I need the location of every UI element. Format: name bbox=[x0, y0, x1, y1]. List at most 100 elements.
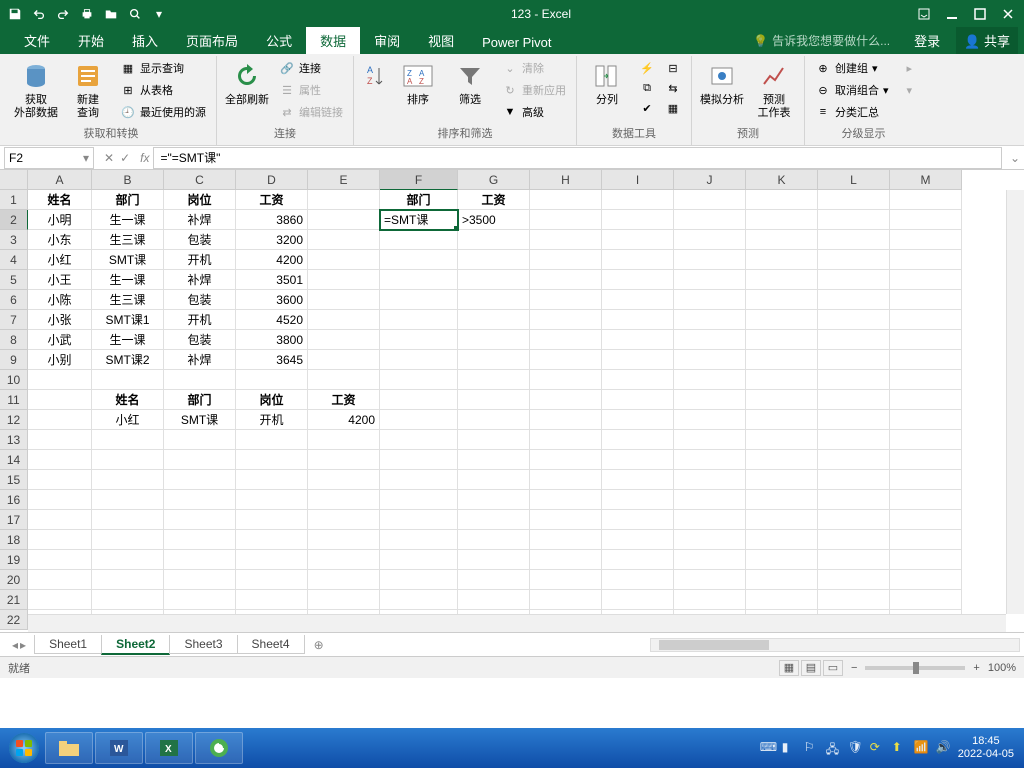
cell[interactable] bbox=[530, 250, 602, 270]
cell[interactable]: 4200 bbox=[236, 250, 308, 270]
cell[interactable] bbox=[890, 370, 962, 390]
cell[interactable] bbox=[308, 230, 380, 250]
sheet-grid[interactable]: ABCDEFGHIJKLM 12345678910111213141516171… bbox=[0, 170, 1024, 632]
ime-icon[interactable]: ⌨ bbox=[760, 740, 776, 756]
cell[interactable] bbox=[380, 550, 458, 570]
cell[interactable] bbox=[92, 430, 164, 450]
cell[interactable] bbox=[746, 330, 818, 350]
horizontal-scrollbar[interactable] bbox=[650, 638, 1020, 652]
cell[interactable] bbox=[164, 510, 236, 530]
cell[interactable] bbox=[380, 410, 458, 430]
start-button[interactable] bbox=[4, 728, 44, 768]
share-button[interactable]: 👤 共享 bbox=[956, 27, 1018, 54]
remove-dup-button[interactable]: ⧉ bbox=[635, 78, 659, 98]
cell[interactable] bbox=[818, 530, 890, 550]
cell[interactable] bbox=[164, 570, 236, 590]
cell[interactable] bbox=[308, 570, 380, 590]
data-validation-button[interactable]: ✔ bbox=[635, 98, 659, 118]
cell[interactable] bbox=[602, 330, 674, 350]
cell[interactable]: 生一课 bbox=[92, 210, 164, 230]
cell[interactable]: 部门 bbox=[164, 390, 236, 410]
cell[interactable]: 小王 bbox=[28, 270, 92, 290]
cell[interactable]: 小东 bbox=[28, 230, 92, 250]
cell[interactable] bbox=[602, 190, 674, 210]
network-icon[interactable]: 🖧 bbox=[826, 740, 842, 756]
cell[interactable] bbox=[92, 510, 164, 530]
cell[interactable] bbox=[530, 390, 602, 410]
cell[interactable] bbox=[458, 350, 530, 370]
cell[interactable] bbox=[746, 530, 818, 550]
cell[interactable] bbox=[92, 590, 164, 610]
fx-icon[interactable]: fx bbox=[140, 151, 149, 165]
row-header[interactable]: 6 bbox=[0, 290, 28, 310]
cell[interactable] bbox=[890, 270, 962, 290]
get-external-data-button[interactable]: 获取 外部数据 bbox=[12, 58, 60, 122]
cell[interactable] bbox=[890, 310, 962, 330]
cell[interactable] bbox=[890, 490, 962, 510]
cell[interactable]: 开机 bbox=[164, 310, 236, 330]
cell[interactable] bbox=[530, 370, 602, 390]
cell[interactable] bbox=[530, 550, 602, 570]
cell[interactable] bbox=[674, 590, 746, 610]
group-button[interactable]: ⊕创建组 ▾ bbox=[811, 58, 893, 78]
cell[interactable] bbox=[308, 550, 380, 570]
zoom-out-icon[interactable]: − bbox=[851, 662, 857, 674]
cell[interactable] bbox=[746, 590, 818, 610]
cell[interactable] bbox=[530, 270, 602, 290]
cell[interactable] bbox=[92, 370, 164, 390]
column-header[interactable]: F bbox=[380, 170, 458, 190]
cell[interactable]: 包装 bbox=[164, 230, 236, 250]
sheet-tab-2[interactable]: Sheet2 bbox=[101, 635, 170, 655]
cell[interactable] bbox=[602, 270, 674, 290]
fill-handle[interactable] bbox=[454, 226, 458, 230]
cell[interactable] bbox=[458, 250, 530, 270]
cell[interactable] bbox=[674, 370, 746, 390]
excel-taskbar-icon[interactable]: X bbox=[145, 732, 193, 764]
from-table-button[interactable]: ⊞从表格 bbox=[116, 80, 210, 100]
cell[interactable]: 生三课 bbox=[92, 290, 164, 310]
row-header[interactable]: 20 bbox=[0, 570, 28, 590]
subtotal-button[interactable]: ≡分类汇总 bbox=[811, 102, 893, 122]
row-header[interactable]: 18 bbox=[0, 530, 28, 550]
word-taskbar-icon[interactable]: W bbox=[95, 732, 143, 764]
scrollbar-thumb[interactable] bbox=[659, 640, 769, 650]
cell[interactable] bbox=[380, 430, 458, 450]
cell[interactable] bbox=[890, 330, 962, 350]
cell[interactable] bbox=[746, 570, 818, 590]
tab-pivot[interactable]: Power Pivot bbox=[468, 31, 565, 54]
cell[interactable] bbox=[236, 550, 308, 570]
cell[interactable] bbox=[164, 550, 236, 570]
cell[interactable]: 工资 bbox=[236, 190, 308, 210]
cell[interactable] bbox=[746, 550, 818, 570]
cell[interactable] bbox=[602, 470, 674, 490]
wifi-icon[interactable]: 📶 bbox=[914, 740, 930, 756]
cell[interactable]: 部门 bbox=[380, 190, 458, 210]
cell[interactable] bbox=[746, 310, 818, 330]
cell[interactable] bbox=[602, 510, 674, 530]
column-header[interactable]: E bbox=[308, 170, 380, 190]
cell[interactable] bbox=[818, 550, 890, 570]
row-header[interactable]: 15 bbox=[0, 470, 28, 490]
column-header[interactable]: D bbox=[236, 170, 308, 190]
row-header[interactable]: 11 bbox=[0, 390, 28, 410]
cell[interactable] bbox=[674, 330, 746, 350]
cell[interactable] bbox=[236, 370, 308, 390]
cell[interactable]: 生一课 bbox=[92, 330, 164, 350]
cell[interactable] bbox=[890, 410, 962, 430]
cell[interactable] bbox=[28, 490, 92, 510]
cell[interactable] bbox=[602, 590, 674, 610]
cell[interactable] bbox=[890, 510, 962, 530]
tab-layout[interactable]: 页面布局 bbox=[172, 27, 252, 54]
cell[interactable] bbox=[28, 430, 92, 450]
cell[interactable] bbox=[236, 470, 308, 490]
row-header[interactable]: 8 bbox=[0, 330, 28, 350]
cell[interactable] bbox=[818, 450, 890, 470]
cell[interactable] bbox=[746, 210, 818, 230]
cell[interactable] bbox=[380, 590, 458, 610]
chevron-down-icon[interactable]: ▾ bbox=[83, 151, 89, 165]
login-button[interactable]: 登录 bbox=[906, 27, 948, 54]
cell[interactable]: 部门 bbox=[92, 190, 164, 210]
cell[interactable] bbox=[674, 530, 746, 550]
vertical-scrollbar[interactable] bbox=[1006, 190, 1024, 614]
cell[interactable] bbox=[530, 310, 602, 330]
